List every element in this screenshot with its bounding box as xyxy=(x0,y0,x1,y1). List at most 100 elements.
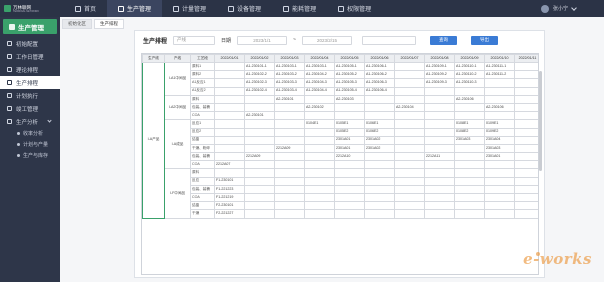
schedule-cell[interactable] xyxy=(394,192,425,203)
schedule-cell[interactable] xyxy=(514,86,538,96)
schedule-cell[interactable] xyxy=(424,184,455,195)
schedule-cell[interactable] xyxy=(334,209,365,219)
schedule-cell[interactable] xyxy=(484,94,515,104)
schedule-cell[interactable] xyxy=(424,143,455,154)
schedule-cell[interactable] xyxy=(244,192,275,203)
schedule-cell[interactable] xyxy=(424,160,455,170)
schedule-cell[interactable] xyxy=(394,152,425,162)
schedule-cell[interactable] xyxy=(424,168,455,178)
schedule-cell[interactable] xyxy=(484,201,515,211)
schedule-cell[interactable]: 2301A01 xyxy=(334,135,365,145)
schedule-cell[interactable] xyxy=(424,201,455,211)
schedule-cell[interactable] xyxy=(424,209,455,219)
schedule-cell[interactable]: 0105E1 xyxy=(334,119,365,129)
schedule-cell[interactable] xyxy=(484,86,515,96)
schedule-cell[interactable]: A1-230104-2 xyxy=(304,70,335,80)
table-header-cell[interactable]: 产线 xyxy=(164,54,191,63)
schedule-cell[interactable] xyxy=(274,160,305,170)
schedule-cell[interactable] xyxy=(214,168,245,178)
schedule-cell[interactable]: F2-230101 xyxy=(214,201,245,211)
schedule-cell[interactable] xyxy=(364,160,395,170)
schedule-cell[interactable] xyxy=(214,119,245,129)
schedule-cell[interactable]: 0109E1 xyxy=(484,119,515,129)
schedule-cell[interactable] xyxy=(244,184,275,195)
schedule-cell[interactable] xyxy=(394,135,425,145)
schedule-cell[interactable] xyxy=(514,61,538,72)
schedule-cell[interactable]: 2212A09 xyxy=(274,143,305,154)
schedule-cell[interactable]: A1-230104-4 xyxy=(304,86,335,96)
schedule-cell[interactable] xyxy=(244,176,275,186)
schedule-cell[interactable] xyxy=(394,184,425,195)
schedule-cell[interactable]: A2-230102 xyxy=(304,102,335,113)
schedule-cell[interactable]: A2-230104 xyxy=(394,102,425,113)
schedule-cell[interactable] xyxy=(244,168,275,178)
schedule-cell[interactable] xyxy=(454,152,485,162)
schedule-cell[interactable] xyxy=(424,111,455,121)
schedule-cell[interactable] xyxy=(394,127,425,137)
schedule-cell[interactable]: A2-230101 xyxy=(244,111,275,121)
table-header-cell[interactable]: 2022/01/10 xyxy=(484,54,515,63)
schedule-cell[interactable] xyxy=(214,61,245,72)
sidebar-subitem-1[interactable]: 计划与产量 xyxy=(0,139,60,150)
schedule-cell[interactable]: F1-221223 xyxy=(214,184,245,195)
schedule-cell[interactable] xyxy=(514,152,538,162)
schedule-cell[interactable]: 2301A02 xyxy=(364,143,395,154)
schedule-cell[interactable] xyxy=(334,176,365,186)
schedule-cell[interactable] xyxy=(514,111,538,121)
schedule-cell[interactable] xyxy=(334,184,365,195)
schedule-cell[interactable]: A1-230103-1 xyxy=(274,61,305,72)
schedule-cell[interactable]: 2212A09 xyxy=(244,152,275,162)
schedule-cell[interactable] xyxy=(394,119,425,129)
schedule-cell[interactable] xyxy=(214,78,245,88)
schedule-cell[interactable] xyxy=(364,168,395,178)
schedule-cell[interactable] xyxy=(304,111,335,121)
table-header-cell[interactable]: 工艺段 xyxy=(190,54,215,63)
topnav-item-0[interactable]: 首页 xyxy=(64,0,107,17)
schedule-cell[interactable] xyxy=(424,192,455,203)
schedule-cell[interactable]: 2212A11 xyxy=(424,152,455,162)
schedule-cell[interactable]: 2301A03 xyxy=(454,135,485,145)
sidebar-item-4[interactable]: 计划执行 xyxy=(0,89,60,102)
schedule-cell[interactable] xyxy=(214,127,245,137)
schedule-cell[interactable] xyxy=(484,192,515,203)
scrollbar[interactable] xyxy=(539,71,542,171)
schedule-cell[interactable]: 0106E1 xyxy=(364,119,395,129)
schedule-cell[interactable] xyxy=(514,135,538,145)
schedule-cell[interactable] xyxy=(514,94,538,104)
schedule-cell[interactable] xyxy=(274,201,305,211)
schedule-cell[interactable] xyxy=(454,160,485,170)
schedule-cell[interactable] xyxy=(304,176,335,186)
schedule-cell[interactable] xyxy=(274,209,305,219)
schedule-cell[interactable]: F1-230101 xyxy=(214,176,245,186)
schedule-cell[interactable] xyxy=(514,209,538,219)
schedule-cell[interactable] xyxy=(304,94,335,104)
table-header-cell[interactable]: 2022/01/07 xyxy=(394,54,425,63)
schedule-cell[interactable] xyxy=(394,61,425,72)
schedule-cell[interactable]: A1-230110-3 xyxy=(454,78,485,88)
schedule-cell[interactable] xyxy=(364,184,395,195)
schedule-cell[interactable] xyxy=(484,168,515,178)
schedule-cell[interactable] xyxy=(364,102,395,113)
chevron-down-icon[interactable] xyxy=(571,4,577,11)
schedule-cell[interactable] xyxy=(454,86,485,96)
schedule-cell[interactable]: A1-230105-4 xyxy=(334,86,365,96)
schedule-cell[interactable] xyxy=(274,152,305,162)
schedule-cell[interactable]: 2301A03 xyxy=(484,143,515,154)
schedule-cell[interactable]: A2-230103 xyxy=(334,94,365,104)
schedule-cell[interactable] xyxy=(304,143,335,154)
topnav-item-4[interactable]: 能耗管理 xyxy=(272,0,327,17)
schedule-cell[interactable] xyxy=(244,94,275,104)
schedule-cell[interactable]: A1-230104-3 xyxy=(304,78,335,88)
schedule-cell[interactable] xyxy=(484,111,515,121)
schedule-cell[interactable] xyxy=(484,209,515,219)
schedule-cell[interactable]: A1-230102-3 xyxy=(244,78,275,88)
schedule-cell[interactable] xyxy=(484,78,515,88)
schedule-cell[interactable]: A1-230111-2 xyxy=(484,70,515,80)
schedule-cell[interactable] xyxy=(304,160,335,170)
schedule-cell[interactable] xyxy=(394,176,425,186)
schedule-cell[interactable] xyxy=(274,127,305,137)
schedule-cell[interactable] xyxy=(394,201,425,211)
schedule-cell[interactable] xyxy=(424,94,455,104)
topnav-item-5[interactable]: 权限管理 xyxy=(327,0,382,17)
schedule-cell[interactable]: A1-230101-1 xyxy=(244,61,275,72)
